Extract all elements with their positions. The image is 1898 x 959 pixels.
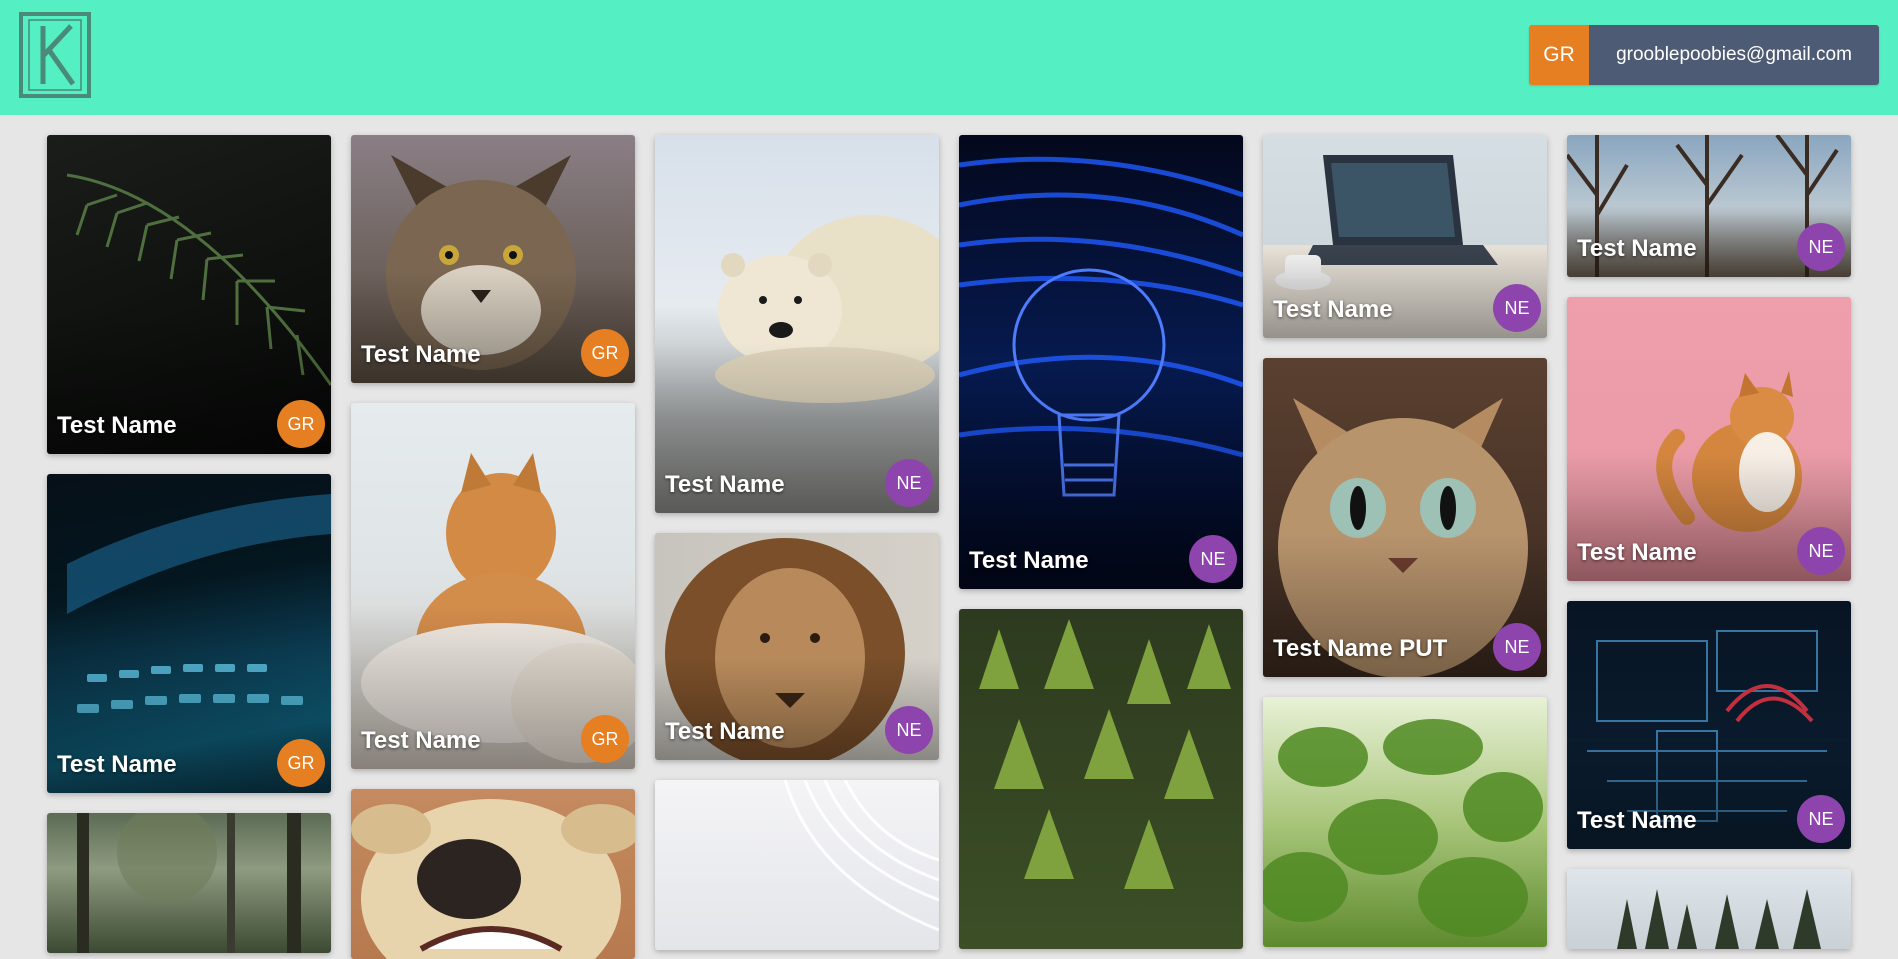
card-owner-badge: NE — [1797, 527, 1845, 575]
image-card[interactable]: Test Name NE — [1263, 135, 1547, 338]
image-card[interactable] — [655, 780, 939, 950]
card-title: Test Name — [1577, 539, 1697, 566]
card-owner-badge: GR — [581, 329, 629, 377]
image-card[interactable]: Test Name GR — [351, 403, 635, 769]
image-card[interactable] — [351, 789, 635, 959]
user-avatar: GR — [1529, 25, 1589, 85]
card-owner-badge: NE — [1797, 795, 1845, 843]
image-card[interactable] — [1567, 869, 1851, 949]
white-waves-image — [783, 780, 939, 932]
image-card[interactable] — [47, 813, 331, 953]
image-card[interactable]: Test Name NE — [1567, 601, 1851, 849]
image-card[interactable]: Test Name NE — [655, 533, 939, 760]
image-card[interactable]: Test Name PUT NE — [1263, 358, 1547, 677]
card-title: Test Name — [57, 751, 177, 778]
pine-forest-image — [979, 619, 1231, 889]
image-card[interactable]: Test Name NE — [655, 135, 939, 513]
image-card[interactable]: Test Name NE — [1567, 297, 1851, 581]
card-owner-badge: NE — [885, 459, 933, 507]
card-owner-badge: GR — [277, 400, 325, 448]
image-card[interactable]: Test Name NE — [1567, 135, 1851, 277]
card-title: Test Name — [57, 412, 177, 439]
card-title: Test Name PUT — [1273, 635, 1448, 662]
image-card[interactable] — [959, 609, 1243, 949]
card-owner-badge: NE — [1493, 284, 1541, 332]
green-leaves-image — [1263, 719, 1543, 937]
image-card[interactable]: Test Name GR — [351, 135, 635, 383]
image-card[interactable]: Test Name NE — [959, 135, 1243, 589]
image-card[interactable]: Test Name GR — [47, 135, 331, 454]
card-owner-badge: GR — [581, 715, 629, 763]
card-owner-badge: NE — [1189, 535, 1237, 583]
card-title: Test Name — [1577, 807, 1697, 834]
forest-road-image — [77, 813, 301, 953]
card-title: Test Name — [1273, 296, 1393, 323]
user-email: grooblepoobies@gmail.com — [1589, 25, 1879, 85]
user-account-button[interactable]: GR grooblepoobies@gmail.com — [1529, 25, 1879, 85]
card-title: Test Name — [665, 718, 785, 745]
card-title: Test Name — [361, 727, 481, 754]
top-bar: GR grooblepoobies@gmail.com — [0, 0, 1898, 115]
logo-icon[interactable] — [19, 12, 91, 98]
image-card[interactable]: Test Name GR — [47, 474, 331, 793]
dog-image — [351, 799, 635, 959]
card-title: Test Name — [969, 547, 1089, 574]
snowy-forest-image — [1617, 889, 1821, 949]
card-owner-badge: NE — [1493, 623, 1541, 671]
card-owner-badge: GR — [277, 739, 325, 787]
card-title: Test Name — [1577, 235, 1697, 262]
card-owner-badge: NE — [885, 706, 933, 754]
card-title: Test Name — [665, 471, 785, 498]
image-card[interactable] — [1263, 697, 1547, 947]
card-title: Test Name — [361, 341, 481, 368]
card-owner-badge: NE — [1797, 223, 1845, 271]
